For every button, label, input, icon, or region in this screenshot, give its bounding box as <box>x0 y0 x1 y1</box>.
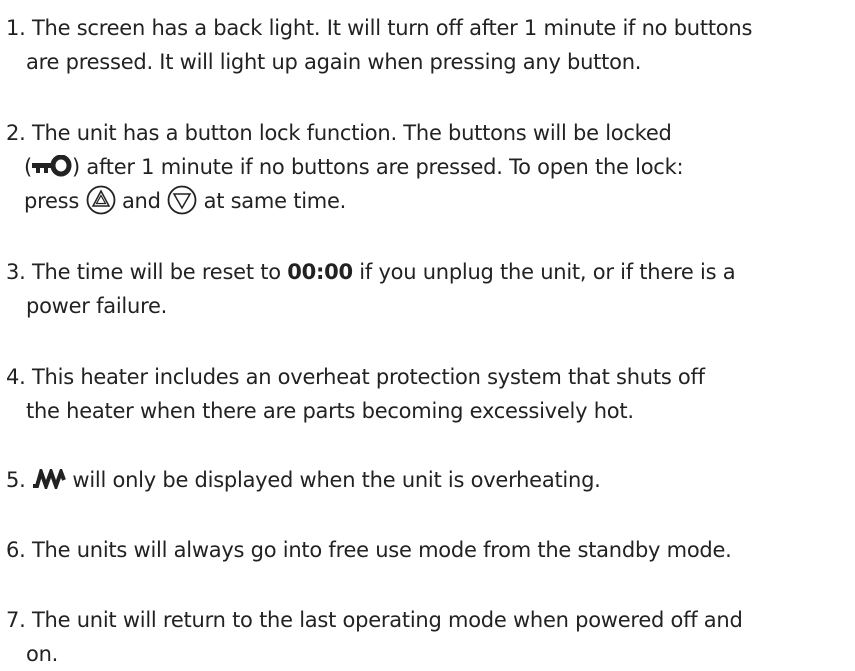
note-number: 4. <box>6 365 26 389</box>
note-7: 7. The unit will return to the last oper… <box>6 603 851 671</box>
note-number: 1. <box>6 16 26 40</box>
note-text: and <box>121 189 161 213</box>
note-text: The screen has a back light. It will tur… <box>31 16 753 40</box>
note-text: are pressed. It will light up again when… <box>26 50 642 74</box>
heating-element-icon <box>32 469 66 489</box>
note-2: 2. The unit has a button lock function. … <box>6 116 851 218</box>
note-text: The units will always go into free use m… <box>31 538 732 562</box>
note-text: The unit has a button lock function. The… <box>31 121 672 145</box>
note-text: the heater when there are parts becoming… <box>26 399 634 423</box>
note-4: 4. This heater includes an overheat prot… <box>6 360 851 428</box>
note-1: 1. The screen has a back light. It will … <box>6 11 851 79</box>
note-5: 5. will only be displayed when the unit … <box>6 463 851 497</box>
note-number: 7. <box>6 608 26 632</box>
note-number: 6. <box>6 538 26 562</box>
note-text: ( <box>24 155 32 179</box>
note-number: 5. <box>6 468 26 492</box>
note-text: ) after 1 minute if no buttons are press… <box>71 155 684 179</box>
up-triangle-button-icon <box>86 185 116 215</box>
note-text: This heater includes an overheat protect… <box>31 365 705 389</box>
note-text: press <box>24 189 80 213</box>
down-triangle-button-icon <box>167 185 197 215</box>
reset-time-value: 00:00 <box>287 260 353 284</box>
note-3: 3. The time will be reset to 00:00 if yo… <box>6 255 851 323</box>
note-text: if you unplug the unit, or if there is a <box>359 260 736 284</box>
note-text: at same time. <box>203 189 347 213</box>
note-6: 6. The units will always go into free us… <box>6 533 851 567</box>
note-text: The unit will return to the last operati… <box>31 608 743 632</box>
note-text: power failure. <box>26 294 168 318</box>
note-number: 2. <box>6 121 26 145</box>
note-text: The time will be reset to <box>31 260 281 284</box>
key-lock-icon <box>31 155 72 177</box>
note-number: 3. <box>6 260 26 284</box>
note-text: will only be displayed when the unit is … <box>72 468 601 492</box>
